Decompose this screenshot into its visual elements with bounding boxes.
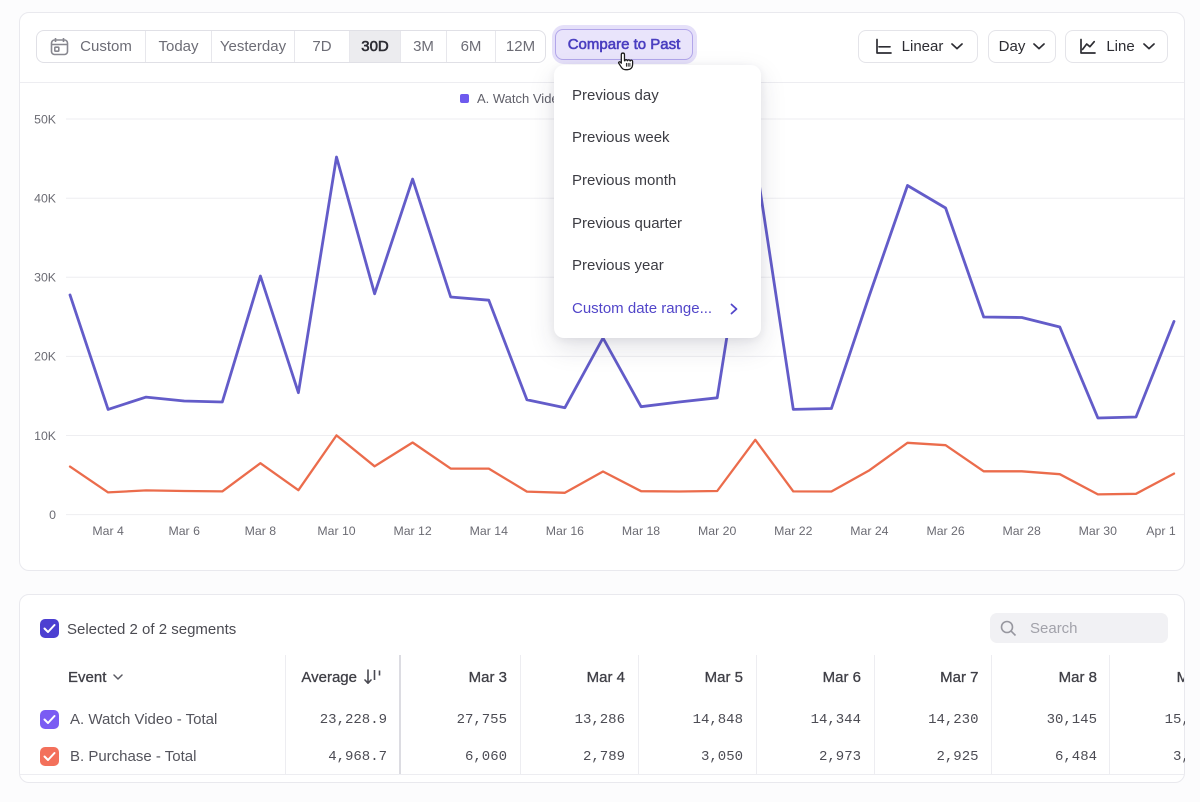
svg-text:20K: 20K bbox=[34, 350, 57, 364]
svg-text:Mar 30: Mar 30 bbox=[1079, 524, 1117, 538]
svg-text:Mar 18: Mar 18 bbox=[622, 524, 660, 538]
svg-text:Mar 20: Mar 20 bbox=[698, 524, 736, 538]
svg-text:0: 0 bbox=[49, 508, 56, 522]
svg-text:Mar 6: Mar 6 bbox=[168, 524, 200, 538]
svg-text:Mar 14: Mar 14 bbox=[470, 524, 508, 538]
svg-text:Mar 4: Mar 4 bbox=[92, 524, 124, 538]
svg-text:50K: 50K bbox=[34, 113, 57, 127]
svg-text:Apr 1: Apr 1 bbox=[1146, 524, 1176, 538]
svg-text:40K: 40K bbox=[34, 192, 57, 206]
svg-text:Mar 16: Mar 16 bbox=[546, 524, 584, 538]
svg-text:Mar 12: Mar 12 bbox=[393, 524, 431, 538]
svg-text:Mar 22: Mar 22 bbox=[774, 524, 812, 538]
svg-text:Mar 10: Mar 10 bbox=[317, 524, 355, 538]
svg-text:Mar 28: Mar 28 bbox=[1003, 524, 1041, 538]
svg-text:Mar 8: Mar 8 bbox=[245, 524, 277, 538]
svg-text:30K: 30K bbox=[34, 271, 57, 285]
svg-text:10K: 10K bbox=[34, 429, 57, 443]
svg-text:Mar 24: Mar 24 bbox=[850, 524, 888, 538]
svg-text:Mar 26: Mar 26 bbox=[926, 524, 964, 538]
